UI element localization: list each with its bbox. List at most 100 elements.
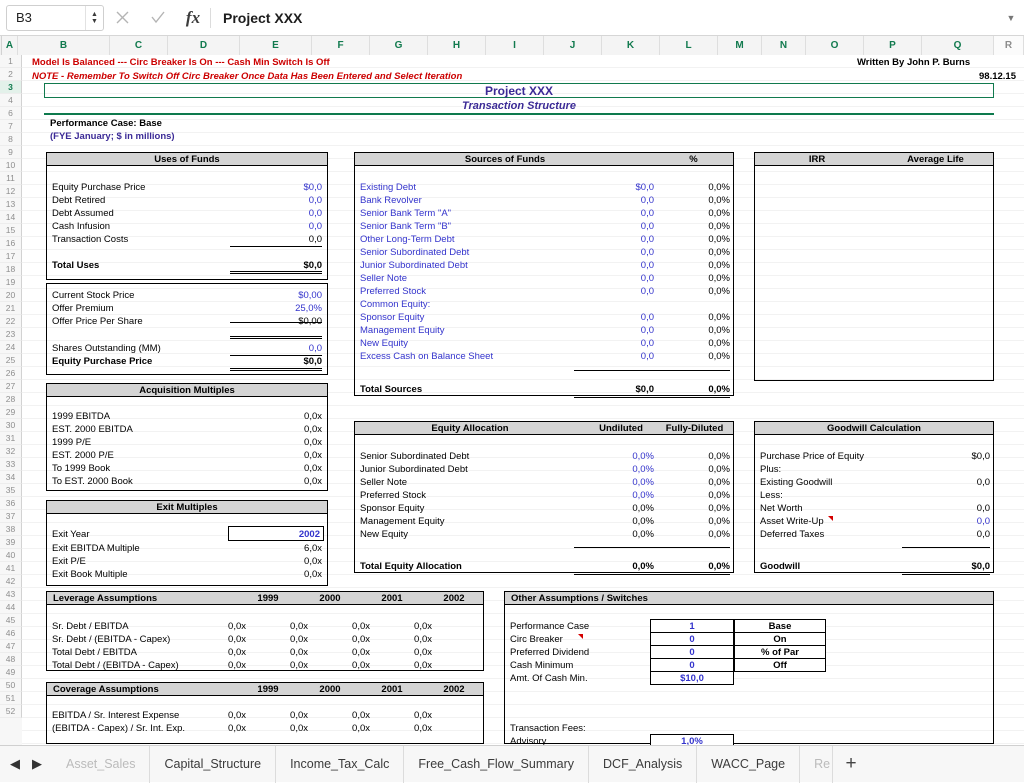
row-header-10[interactable]: 10 [0,159,22,172]
page-subtitle: Transaction Structure [44,99,994,112]
fee-label: Advisory [510,735,546,745]
row-header-24[interactable]: 24 [0,341,22,354]
column-header-K[interactable]: K [602,36,660,55]
row-header-46[interactable]: 46 [0,627,22,640]
row-header-35[interactable]: 35 [0,484,22,497]
column-header-R[interactable]: R [994,36,1024,55]
row-header-26[interactable]: 26 [0,367,22,380]
row-header-52[interactable]: 52 [0,705,22,718]
row-header-1[interactable]: 1 [0,55,22,68]
row-header-13[interactable]: 13 [0,198,22,211]
row-header-7[interactable]: 7 [0,120,22,133]
sources-row-value: 0,0 [574,324,654,337]
row-header-25[interactable]: 25 [0,354,22,367]
row-header-32[interactable]: 32 [0,445,22,458]
column-header-J[interactable]: J [544,36,602,55]
column-header-M[interactable]: M [718,36,762,55]
row-header-27[interactable]: 27 [0,380,22,393]
sheet-tab-asset-sales[interactable]: Asset_Sales [52,746,150,783]
sheet-tab-free-cash-flow-summary[interactable]: Free_Cash_Flow_Summary [404,746,589,783]
row-header-22[interactable]: 22 [0,315,22,328]
acquisition-multiple-label: 1999 EBITDA [52,410,110,423]
row-header-43[interactable]: 43 [0,588,22,601]
row-header-38[interactable]: 38 [0,523,22,536]
row-header-20[interactable]: 20 [0,289,22,302]
column-header-A[interactable]: A [2,36,18,55]
uses-row-label: Cash Infusion [52,220,110,233]
add-sheet-icon[interactable]: + [833,746,869,783]
equity-total-label: Total Equity Allocation [360,560,462,573]
row-header-37[interactable]: 37 [0,510,22,523]
row-header-11[interactable]: 11 [0,172,22,185]
row-header-15[interactable]: 15 [0,224,22,237]
row-header-19[interactable]: 19 [0,276,22,289]
next-sheet-icon[interactable]: ▶ [32,756,42,772]
sheet-tab-capital-structure[interactable]: Capital_Structure [150,746,276,783]
acquisition-multiple-value: 0,0x [230,475,322,488]
row-header-12[interactable]: 12 [0,185,22,198]
name-box[interactable]: B3 ▲ ▼ [6,5,104,31]
sources-row-label: Senior Subordinated Debt [360,246,469,259]
row-header-50[interactable]: 50 [0,679,22,692]
equity-total-rule [574,572,730,575]
column-header-P[interactable]: P [864,36,922,55]
column-header-H[interactable]: H [428,36,486,55]
row-header-44[interactable]: 44 [0,601,22,614]
note-banner: NOTE - Remember To Switch Off Circ Break… [32,70,462,83]
row-header-9[interactable]: 9 [0,146,22,159]
row-header-28[interactable]: 28 [0,393,22,406]
row-header-33[interactable]: 33 [0,458,22,471]
column-header-D[interactable]: D [168,36,240,55]
sheet-canvas[interactable]: Model Is Balanced --- Circ Breaker Is On… [22,55,1024,745]
row-header-3[interactable]: 3 [0,81,22,94]
column-header-L[interactable]: L [660,36,718,55]
name-box-spinner[interactable]: ▲ ▼ [85,6,103,30]
row-header-23[interactable]: 23 [0,328,22,341]
row-header-36[interactable]: 36 [0,497,22,510]
row-header-16[interactable]: 16 [0,237,22,250]
column-header-N[interactable]: N [762,36,806,55]
row-header-2[interactable]: 2 [0,68,22,81]
row-header-4[interactable]: 4 [0,94,22,107]
row-header-17[interactable]: 17 [0,250,22,263]
row-header-47[interactable]: 47 [0,640,22,653]
uses-row-value: $0,0 [230,181,322,194]
row-header-30[interactable]: 30 [0,419,22,432]
prev-sheet-icon[interactable]: ◀ [10,756,20,772]
row-header-45[interactable]: 45 [0,614,22,627]
confirm-formula-button[interactable] [140,0,176,36]
column-header-B[interactable]: B [18,36,110,55]
row-header-18[interactable]: 18 [0,263,22,276]
row-header-8[interactable]: 8 [0,133,22,146]
cancel-formula-button[interactable] [104,0,140,36]
row-header-42[interactable]: 42 [0,575,22,588]
row-header-48[interactable]: 48 [0,653,22,666]
row-header-31[interactable]: 31 [0,432,22,445]
column-header-C[interactable]: C [110,36,168,55]
sheet-tab-wacc-page[interactable]: WACC_Page [697,746,800,783]
column-header-E[interactable]: E [240,36,312,55]
row-header-39[interactable]: 39 [0,536,22,549]
row-header-6[interactable]: 6 [0,107,22,120]
insert-function-button[interactable]: fx [176,8,210,28]
sheet-tab-dcf-analysis[interactable]: DCF_Analysis [589,746,697,783]
formula-input[interactable]: Project XXX [211,0,998,36]
row-header-14[interactable]: 14 [0,211,22,224]
row-header-21[interactable]: 21 [0,302,22,315]
row-header-49[interactable]: 49 [0,666,22,679]
column-header-F[interactable]: F [312,36,370,55]
row-header-41[interactable]: 41 [0,562,22,575]
row-header-40[interactable]: 40 [0,549,22,562]
column-header-G[interactable]: G [370,36,428,55]
column-header-O[interactable]: O [806,36,864,55]
sheet-tab-re[interactable]: Re [800,746,833,783]
row-header-34[interactable]: 34 [0,471,22,484]
spreadsheet-grid: ABCDEFGHIJKLMNOPQR 123467891011121314151… [0,36,1024,745]
select-all-corner[interactable] [0,36,2,55]
column-header-Q[interactable]: Q [922,36,994,55]
row-header-51[interactable]: 51 [0,692,22,705]
expand-formula-bar-button[interactable]: ▼ [998,0,1024,36]
column-header-I[interactable]: I [486,36,544,55]
row-header-29[interactable]: 29 [0,406,22,419]
sheet-tab-income-tax-calc[interactable]: Income_Tax_Calc [276,746,404,783]
